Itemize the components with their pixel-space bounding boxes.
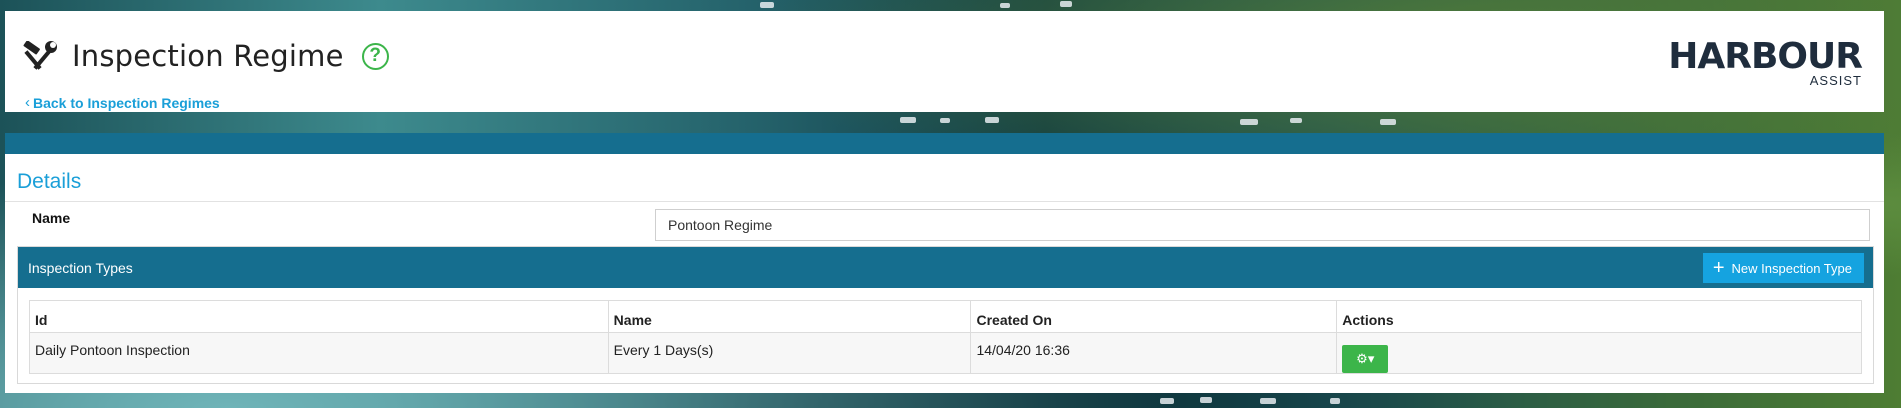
cell-actions: ⚙▾: [1336, 332, 1862, 374]
question-circle-icon[interactable]: ?: [361, 42, 389, 70]
cell-created-on: 14/04/20 16:36: [970, 332, 1338, 374]
inspection-types-header: Inspection Types + New Inspection Type: [18, 247, 1873, 288]
cell-name: Every 1 Days(s): [607, 332, 972, 374]
row-actions-button[interactable]: ⚙▾: [1342, 345, 1389, 373]
details-section-title: Details: [5, 154, 1884, 202]
page-header: Inspection Regime ? ‹ Back to Inspection…: [5, 11, 1884, 112]
table-row[interactable]: Daily Pontoon Inspection Every 1 Days(s)…: [29, 332, 1862, 374]
panel-top-bar: [5, 133, 1884, 154]
new-inspection-type-label: New Inspection Type: [1731, 260, 1852, 276]
page-title: Inspection Regime: [72, 39, 344, 73]
name-field[interactable]: [655, 209, 1870, 241]
plus-icon: +: [1712, 257, 1725, 279]
inspection-types-title: Inspection Types: [28, 260, 133, 276]
name-row: Name: [5, 202, 1884, 246]
details-panel: Details Name Inspection Types + New Insp…: [5, 133, 1884, 393]
column-header-id[interactable]: Id: [29, 300, 609, 333]
column-header-actions: Actions: [1336, 300, 1862, 333]
inspection-types-box: Inspection Types + New Inspection Type I…: [17, 246, 1874, 384]
new-inspection-type-button[interactable]: + New Inspection Type: [1702, 253, 1864, 283]
gear-dropdown-icon: ⚙▾: [1356, 351, 1375, 366]
logo-main-text: HARBOUR: [1668, 36, 1863, 77]
cell-id: Daily Pontoon Inspection: [29, 332, 609, 374]
harbour-assist-logo: HARBOUR ASSIST: [1668, 36, 1863, 89]
column-header-name[interactable]: Name: [607, 300, 972, 333]
back-link-label: Back to Inspection Regimes: [33, 94, 220, 111]
name-label: Name: [32, 210, 71, 226]
table-header-row: Id Name Created On Actions: [29, 300, 1862, 333]
chevron-left-icon: ‹: [25, 94, 30, 111]
hammer-wrench-icon: [22, 40, 60, 71]
inspection-types-table: Id Name Created On Actions Daily Pontoon…: [29, 300, 1862, 374]
title-row: Inspection Regime ?: [22, 39, 389, 73]
back-link[interactable]: ‹ Back to Inspection Regimes: [25, 94, 220, 111]
column-header-created-on[interactable]: Created On: [970, 300, 1338, 333]
